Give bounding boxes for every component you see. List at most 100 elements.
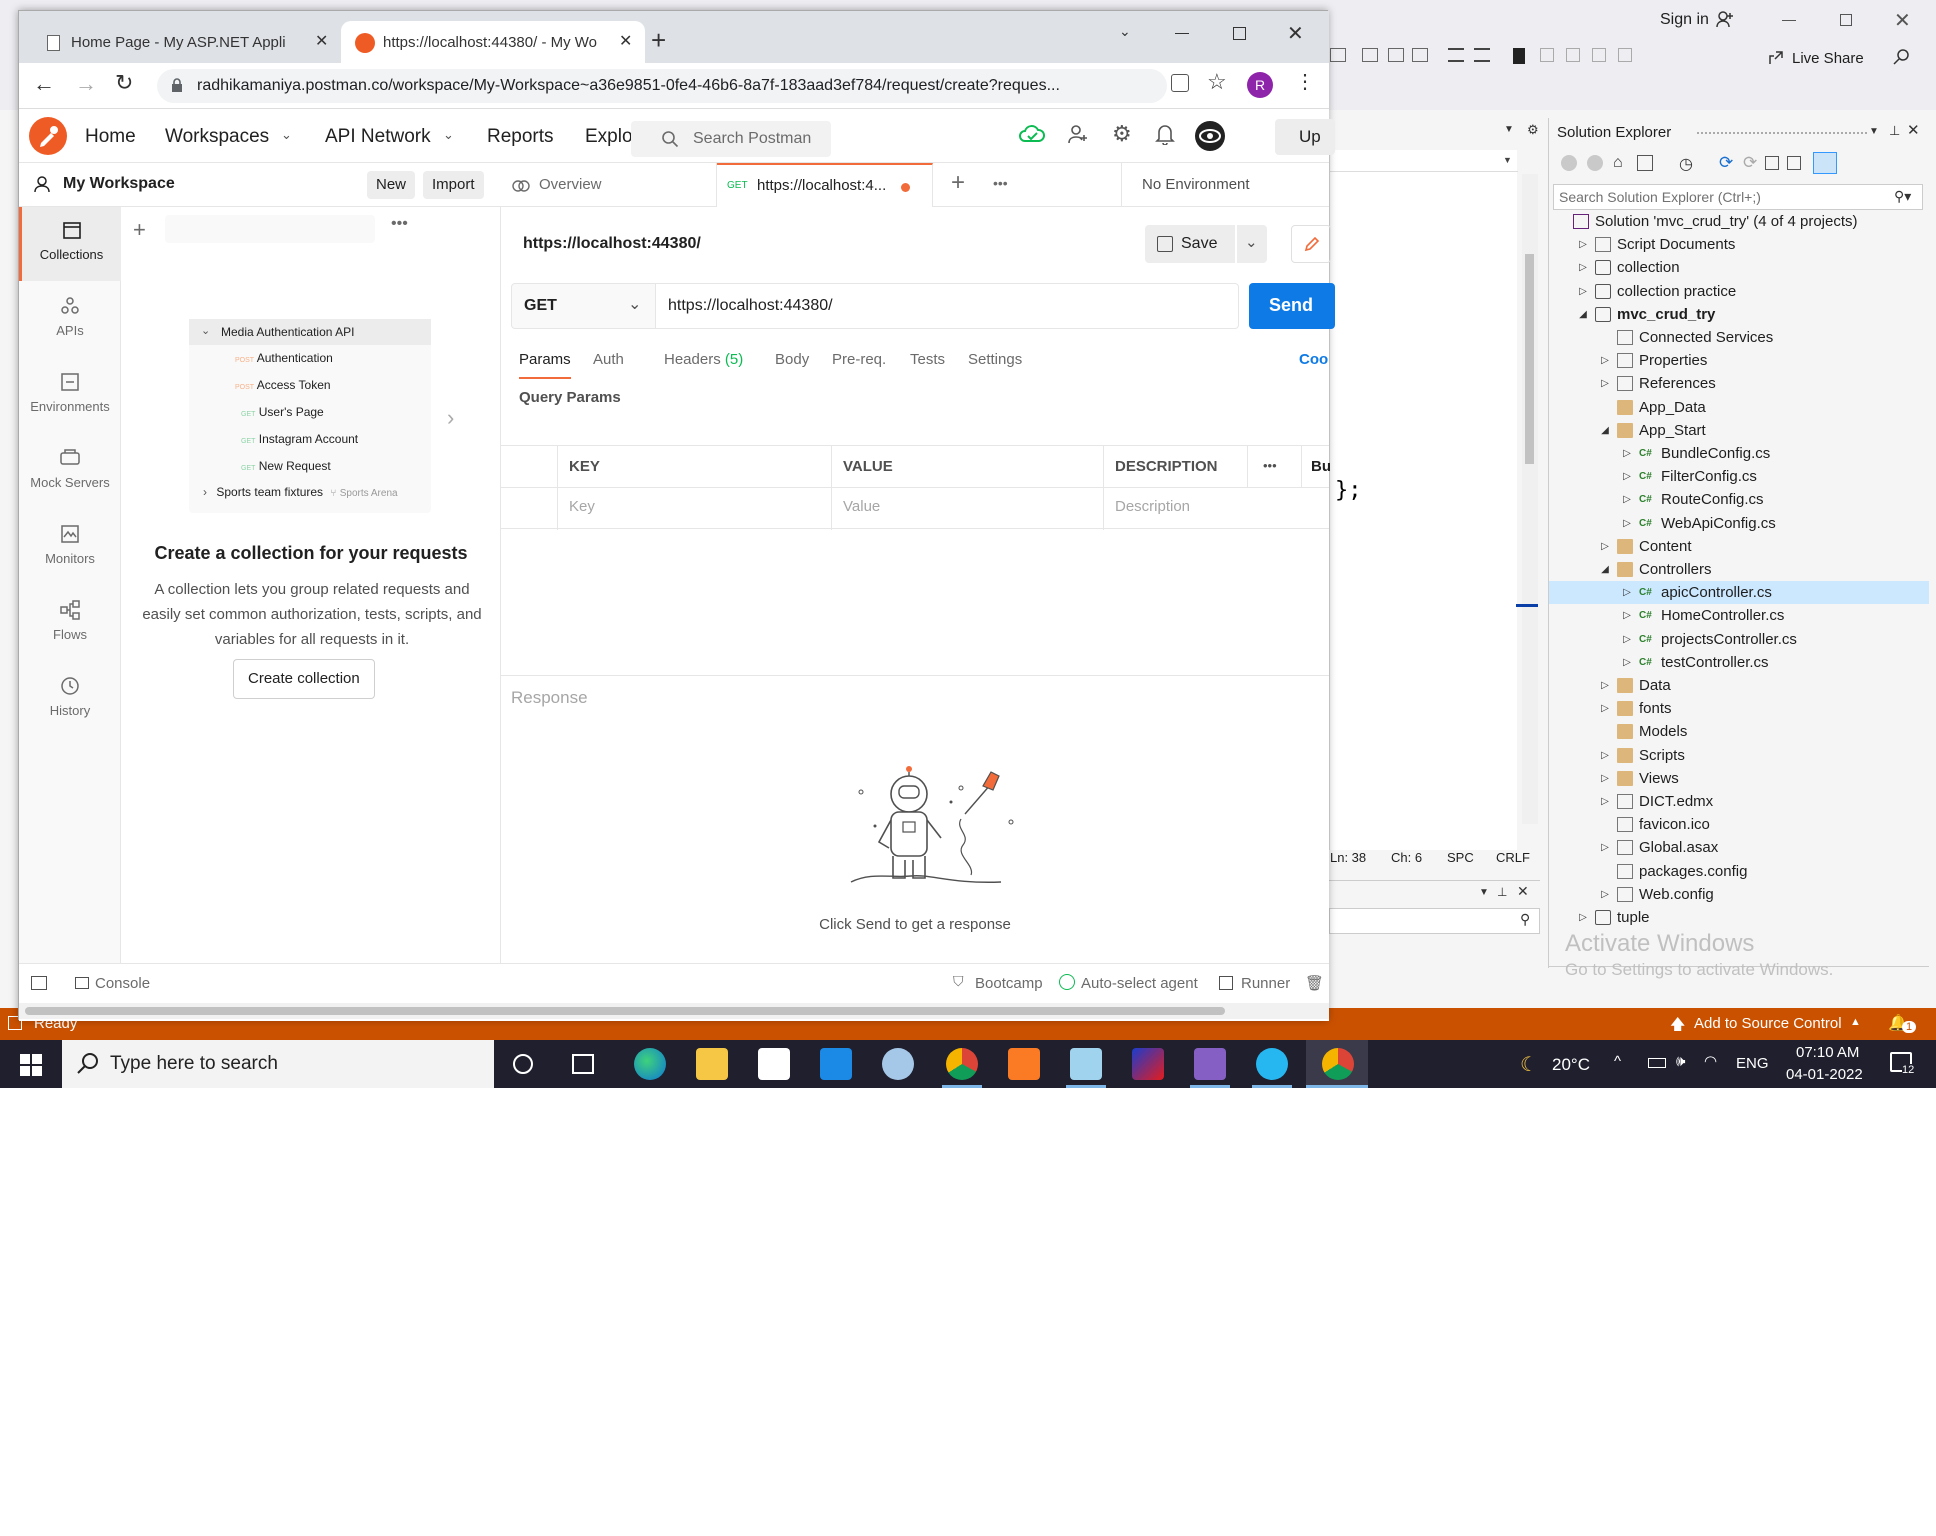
tree-item[interactable]: ▷ DICT.edmx: [1549, 790, 1929, 813]
chevron-down-icon[interactable]: ⌄: [443, 127, 454, 143]
collection-search-input[interactable]: [165, 215, 375, 243]
profile-avatar[interactable]: R: [1247, 72, 1273, 98]
close-icon[interactable]: ✕: [1907, 121, 1920, 139]
tree-item[interactable]: ▷ References: [1549, 372, 1929, 395]
toolbar-icon[interactable]: [1362, 48, 1378, 62]
app-icon[interactable]: [1132, 1048, 1164, 1080]
tree-item[interactable]: ▷ Script Documents: [1549, 233, 1929, 256]
collapsed-arrow-icon[interactable]: ▷: [1577, 906, 1589, 929]
chevron-right-icon[interactable]: ›: [447, 405, 454, 431]
tree-item[interactable]: ▷ Properties: [1549, 349, 1929, 372]
tree-item[interactable]: ▷ Global.asax: [1549, 836, 1929, 859]
tree-item[interactable]: ▷ C# testController.cs: [1549, 651, 1929, 674]
forward-icon[interactable]: →: [75, 71, 97, 97]
switch-views-icon[interactable]: [1637, 155, 1653, 171]
tree-item[interactable]: ▷ Data: [1549, 674, 1929, 697]
tree-item[interactable]: ▷ C# WebApiConfig.cs: [1549, 512, 1929, 535]
description-input[interactable]: Description: [1115, 498, 1190, 515]
tree-item[interactable]: App_Data: [1549, 396, 1929, 419]
environment-selector[interactable]: No Environment: [1121, 163, 1329, 207]
runner-icon[interactable]: [1219, 976, 1233, 990]
pending-changes-icon[interactable]: ◷: [1679, 154, 1693, 174]
user-avatar[interactable]: [1195, 121, 1225, 151]
collapsed-arrow-icon[interactable]: ▷: [1599, 836, 1611, 859]
browser-tab-active[interactable]: https://localhost:44380/ - My Wo ✕: [341, 21, 645, 63]
forward-icon[interactable]: [1587, 155, 1603, 171]
tree-item[interactable]: ▷ Scripts: [1549, 744, 1929, 767]
collapsed-arrow-icon[interactable]: ▷: [1599, 744, 1611, 767]
tree-item[interactable]: ◢ Controllers: [1549, 558, 1929, 581]
tree-item[interactable]: Models: [1549, 720, 1929, 743]
collapsed-arrow-icon[interactable]: ▷: [1577, 256, 1589, 279]
sidebar-item-environments[interactable]: Environments: [19, 359, 121, 433]
toolbar-icon[interactable]: [1474, 48, 1490, 62]
feedback-icon[interactable]: [1892, 48, 1910, 66]
maximize-icon[interactable]: [1233, 27, 1246, 40]
account-icon[interactable]: [1716, 10, 1734, 28]
chevron-up-icon[interactable]: ^: [1614, 1053, 1621, 1070]
add-to-source-control[interactable]: Add to Source Control: [1694, 1015, 1842, 1032]
close-icon[interactable]: ✕: [1894, 8, 1911, 33]
weather-temp[interactable]: 20°C: [1552, 1055, 1590, 1075]
windows-start-icon[interactable]: [20, 1054, 42, 1076]
tab-headers[interactable]: Headers (5): [664, 351, 743, 368]
collapsed-arrow-icon[interactable]: ▷: [1599, 674, 1611, 697]
save-dropdown[interactable]: ⌄: [1237, 225, 1267, 263]
weather-icon[interactable]: ☾: [1520, 1052, 1538, 1077]
store-icon[interactable]: [758, 1048, 790, 1080]
dropdown-icon[interactable]: ▼: [1479, 887, 1489, 898]
clock-date[interactable]: 04-01-2022: [1786, 1066, 1863, 1083]
chrome-profile-icon[interactable]: [946, 1048, 978, 1080]
vertical-scrollbar[interactable]: [1522, 174, 1538, 824]
upgrade-button[interactable]: Up: [1275, 119, 1335, 155]
collapse-all-icon[interactable]: [1765, 156, 1779, 170]
collapsed-arrow-icon[interactable]: ▷: [1577, 233, 1589, 256]
editor-nav-bar[interactable]: [1330, 150, 1518, 172]
close-icon[interactable]: ✕: [1287, 21, 1304, 46]
minimize-icon[interactable]: [1175, 33, 1189, 34]
tree-item[interactable]: ▷ C# projectsController.cs: [1549, 628, 1929, 651]
sidebar-item-collections[interactable]: Collections: [19, 207, 121, 281]
collapsed-arrow-icon[interactable]: ▷: [1599, 697, 1611, 720]
tree-item[interactable]: ▷ fonts: [1549, 697, 1929, 720]
nav-api-network[interactable]: API Network: [325, 126, 431, 148]
notifications-icon[interactable]: [1155, 123, 1175, 145]
create-collection-button[interactable]: Create collection: [233, 659, 375, 699]
more-options-icon[interactable]: •••: [1263, 458, 1277, 473]
collapsed-arrow-icon[interactable]: ▷: [1599, 790, 1611, 813]
postman-logo[interactable]: [29, 117, 67, 155]
search-icon[interactable]: ⚲▾: [1894, 188, 1911, 205]
collapsed-arrow-icon[interactable]: ▷: [1599, 349, 1611, 372]
tree-item[interactable]: ▷ tuple: [1549, 906, 1929, 929]
visual-studio-icon[interactable]: [1194, 1048, 1226, 1080]
clock-app-icon[interactable]: [1256, 1048, 1288, 1080]
plus-icon[interactable]: +: [133, 217, 146, 243]
reload-icon[interactable]: ↻: [115, 70, 133, 96]
taskbar-search-box[interactable]: Type here to search: [62, 1040, 494, 1088]
tree-item[interactable]: ◢ mvc_crud_try: [1549, 303, 1929, 326]
more-options-icon[interactable]: •••: [391, 215, 408, 233]
sync-icon[interactable]: ⟳: [1719, 153, 1733, 173]
menu-icon[interactable]: ⋮: [1295, 69, 1315, 94]
tab-body[interactable]: Body: [775, 351, 809, 368]
collapsed-arrow-icon[interactable]: ▷: [1621, 488, 1633, 511]
dropdown-icon[interactable]: ▼: [1869, 126, 1879, 137]
tab-overview[interactable]: Overview: [501, 163, 717, 207]
scrollbar-thumb[interactable]: [1525, 254, 1534, 464]
settings-icon[interactable]: ⚙: [1112, 121, 1132, 147]
auto-select-agent[interactable]: Auto-select agent: [1081, 975, 1198, 992]
tree-item[interactable]: Solution 'mvc_crud_try' (4 of 4 projects…: [1549, 210, 1929, 233]
bootcamp-icon[interactable]: ⛉: [953, 973, 964, 990]
chevron-down-icon[interactable]: ▼: [1503, 155, 1512, 165]
invite-icon[interactable]: [1067, 123, 1089, 145]
show-all-files-icon[interactable]: [1787, 156, 1801, 170]
wifi-icon[interactable]: ◠: [1704, 1052, 1717, 1070]
collapsed-arrow-icon[interactable]: ▷: [1621, 465, 1633, 488]
postman-search[interactable]: Search Postman: [631, 121, 831, 157]
tree-item[interactable]: ▷ Views: [1549, 767, 1929, 790]
bulk-edit-link[interactable]: Bu: [1311, 458, 1331, 475]
console-icon[interactable]: [75, 977, 89, 989]
back-icon[interactable]: [1561, 155, 1577, 171]
toolbar-icon[interactable]: [1566, 48, 1580, 62]
tree-item[interactable]: ▷ Content: [1549, 535, 1929, 558]
